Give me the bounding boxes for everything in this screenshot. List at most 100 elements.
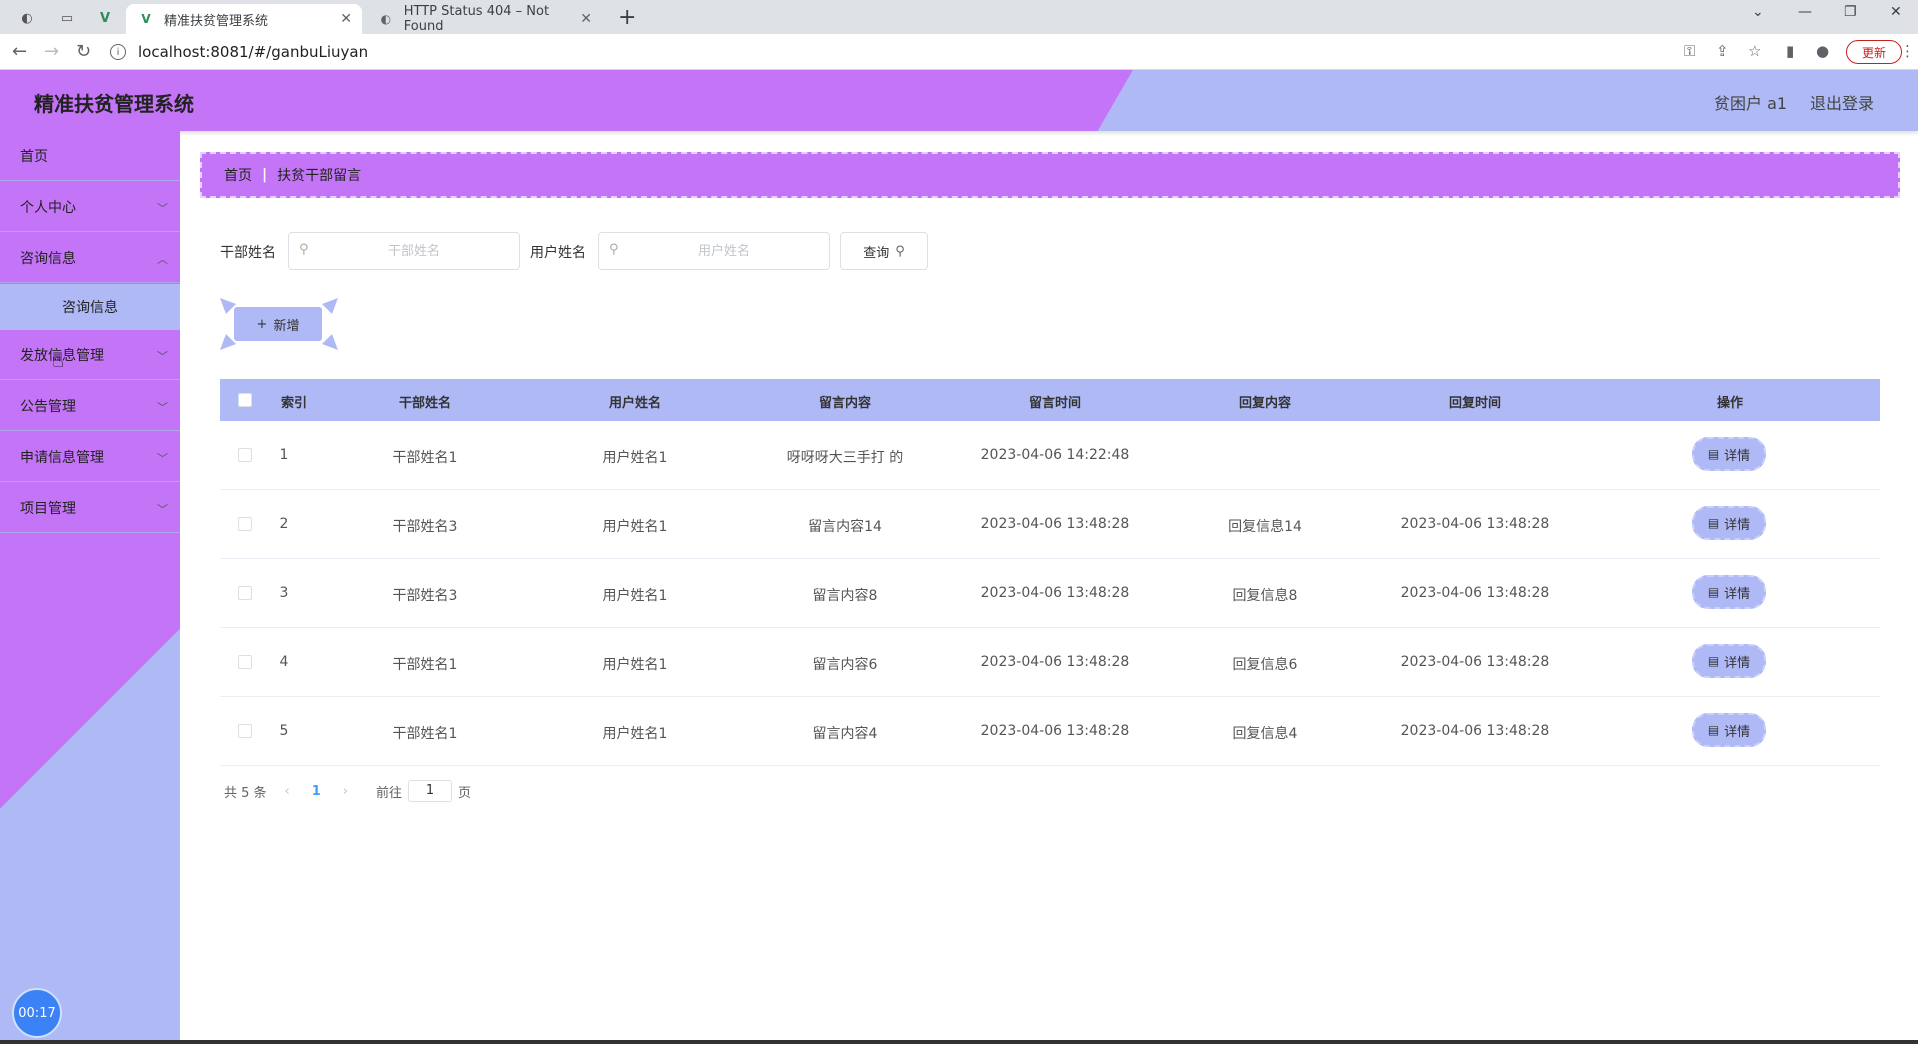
detail-button[interactable]: ▤ 详情 xyxy=(1692,644,1766,678)
cell-time: 2023-04-06 14:22:48 xyxy=(980,447,1130,463)
back-icon[interactable]: ← xyxy=(12,41,27,62)
chevron-up-icon: ︿ xyxy=(157,253,168,266)
forward-icon[interactable]: → xyxy=(44,41,59,62)
globe-icon: ◐ xyxy=(380,12,392,26)
cadre-name-label: 干部姓名 xyxy=(220,245,276,261)
select-all-checkbox[interactable] xyxy=(238,393,252,407)
cell-reply: 回复信息4 xyxy=(1232,726,1298,742)
menu-dots-icon[interactable]: ⋮ xyxy=(1900,42,1915,60)
url-field[interactable]: i localhost:8081/#/ganbuLiuyan xyxy=(110,41,368,63)
sidebar-subitem-label: 咨询信息 xyxy=(62,300,118,316)
tab-search-icon[interactable]: ⌄ xyxy=(1752,4,1764,20)
reload-icon[interactable]: ↻ xyxy=(76,41,91,62)
cell-time: 2023-04-06 13:48:28 xyxy=(980,516,1130,532)
cell-index: 3 xyxy=(279,585,289,601)
detail-button[interactable]: ▤ 详情 xyxy=(1692,575,1766,609)
cell-time: 2023-04-06 13:48:28 xyxy=(980,723,1130,739)
tab-404[interactable]: ◐ HTTP Status 404 – Not Found ✕ xyxy=(366,4,602,34)
taskbar-edge xyxy=(0,1040,1918,1044)
profile-icon[interactable]: ● xyxy=(1816,42,1829,60)
close-tab-icon[interactable]: ✕ xyxy=(580,11,592,27)
sidebar-subitem-consult[interactable]: 咨询信息 xyxy=(0,284,180,330)
row-checkbox[interactable] xyxy=(238,655,252,669)
key-icon[interactable]: ⚿ xyxy=(1684,42,1695,60)
star-icon[interactable]: ☆ xyxy=(1748,42,1761,60)
sidebar-item-consult[interactable]: 咨询信息 ︿ xyxy=(0,233,180,283)
update-button[interactable]: 更新 xyxy=(1846,40,1902,64)
add-button[interactable]: + 新增 xyxy=(234,307,322,341)
hand-cursor-icon: ☝ xyxy=(52,348,65,372)
table-header: 索引 干部姓名 用户姓名 留言内容 留言时间 回复内容 回复时间 操作 xyxy=(220,379,1880,421)
sidebar-item-project[interactable]: 项目管理 ﹀ xyxy=(0,483,180,533)
new-tab-icon[interactable]: + xyxy=(618,5,636,30)
user-name-label: 用户姓名 xyxy=(530,245,586,261)
user-name-input[interactable] xyxy=(629,239,819,263)
sidebar-item-distribution[interactable]: 发放信息管理 ﹀ xyxy=(0,330,180,380)
row-checkbox[interactable] xyxy=(238,586,252,600)
user-name-field[interactable]: ⚲ xyxy=(598,232,830,270)
row-checkbox[interactable] xyxy=(238,517,252,531)
cell-content: 呀呀呀大三手打 的 xyxy=(786,450,904,466)
cell-content: 留言内容14 xyxy=(808,519,882,535)
detail-button[interactable]: ▤ 详情 xyxy=(1692,506,1766,540)
document-icon: ▤ xyxy=(1707,585,1720,599)
chevron-down-icon: ﹀ xyxy=(157,503,168,516)
current-user: 贫困户 a1 xyxy=(1714,94,1788,113)
cell-reply-time: 2023-04-06 13:48:28 xyxy=(1400,723,1550,739)
detail-button[interactable]: ▤ 详情 xyxy=(1692,713,1766,747)
cell-reply: 回复信息14 xyxy=(1228,519,1302,535)
close-tab-icon[interactable]: ✕ xyxy=(340,11,352,27)
history-icon[interactable]: ◐ xyxy=(14,6,40,30)
row-checkbox[interactable] xyxy=(238,724,252,738)
breadcrumb-current: 扶贫干部留言 xyxy=(277,168,362,184)
prev-page-icon[interactable]: ‹ xyxy=(285,784,290,799)
cell-index: 5 xyxy=(279,723,289,739)
chevron-down-icon: ﹀ xyxy=(157,452,168,465)
header-time: 留言时间 xyxy=(1028,396,1082,411)
sidebar-item-home[interactable]: 首页 xyxy=(0,131,180,181)
row-checkbox[interactable] xyxy=(238,448,252,462)
query-button[interactable]: 查询 ⚲ xyxy=(840,232,928,270)
detail-button[interactable]: ▤ 详情 xyxy=(1692,437,1766,471)
restore-icon[interactable]: ❐ xyxy=(1844,4,1857,20)
chevron-down-icon: ﹀ xyxy=(157,202,168,215)
close-window-icon[interactable]: ✕ xyxy=(1890,4,1902,20)
table-row: 1 干部姓名1 用户姓名1 呀呀呀大三手打 的 2023-04-06 14:22… xyxy=(220,421,1880,490)
search-icon: ⚲ xyxy=(895,243,905,259)
cadre-name-input[interactable] xyxy=(319,239,509,263)
detail-label: 详情 xyxy=(1724,448,1751,464)
sidebar-item-label: 公告管理 xyxy=(20,398,76,415)
document-icon: ▤ xyxy=(1707,723,1720,737)
sidepanel-icon[interactable]: ▮ xyxy=(1786,42,1794,60)
cell-content: 留言内容6 xyxy=(812,657,878,673)
header-actions: 操作 xyxy=(1716,396,1744,411)
header-cadre: 干部姓名 xyxy=(398,396,452,411)
tab-active[interactable]: V 精准扶贫管理系统 ✕ xyxy=(126,4,362,34)
header-reply: 回复内容 xyxy=(1238,396,1292,411)
next-page-icon[interactable]: › xyxy=(343,784,348,799)
sidebar-item-notice[interactable]: 公告管理 ﹀ xyxy=(0,381,180,431)
page-number-current[interactable]: 1 xyxy=(312,784,321,799)
logout-link[interactable]: 退出登录 xyxy=(1810,90,1874,114)
cadre-name-field[interactable]: ⚲ xyxy=(288,232,520,270)
detail-label: 详情 xyxy=(1724,517,1751,533)
minimize-icon[interactable]: — xyxy=(1798,4,1812,20)
tab-strip-icon[interactable]: ▭ xyxy=(54,6,80,30)
cell-content: 留言内容8 xyxy=(812,588,878,604)
table-row: 5 干部姓名1 用户姓名1 留言内容4 2023-04-06 13:48:28 … xyxy=(220,697,1880,766)
vue-tab-icon[interactable]: V xyxy=(92,6,118,30)
cell-user: 用户姓名1 xyxy=(602,519,668,535)
info-icon[interactable]: i xyxy=(110,44,126,60)
search-form: 干部姓名 ⚲ 用户姓名 ⚲ 查询 ⚲ xyxy=(220,230,1020,270)
share-icon[interactable]: ⇪ xyxy=(1716,42,1729,60)
add-label: 新增 xyxy=(273,318,300,334)
browser-tab-bar: ◐ ▭ V V 精准扶贫管理系统 ✕ ◐ HTTP Status 404 – N… xyxy=(0,0,1918,34)
goto-suffix: 页 xyxy=(458,785,472,801)
cell-cadre: 干部姓名3 xyxy=(392,519,458,535)
breadcrumb-home[interactable]: 首页 xyxy=(224,165,252,185)
sidebar-item-personal-center[interactable]: 个人中心 ﹀ xyxy=(0,182,180,232)
cell-user: 用户姓名1 xyxy=(602,657,668,673)
sidebar-item-label: 项目管理 xyxy=(20,500,76,517)
sidebar-item-application[interactable]: 申请信息管理 ﹀ xyxy=(0,432,180,482)
goto-page-input[interactable]: 1 xyxy=(408,780,453,802)
